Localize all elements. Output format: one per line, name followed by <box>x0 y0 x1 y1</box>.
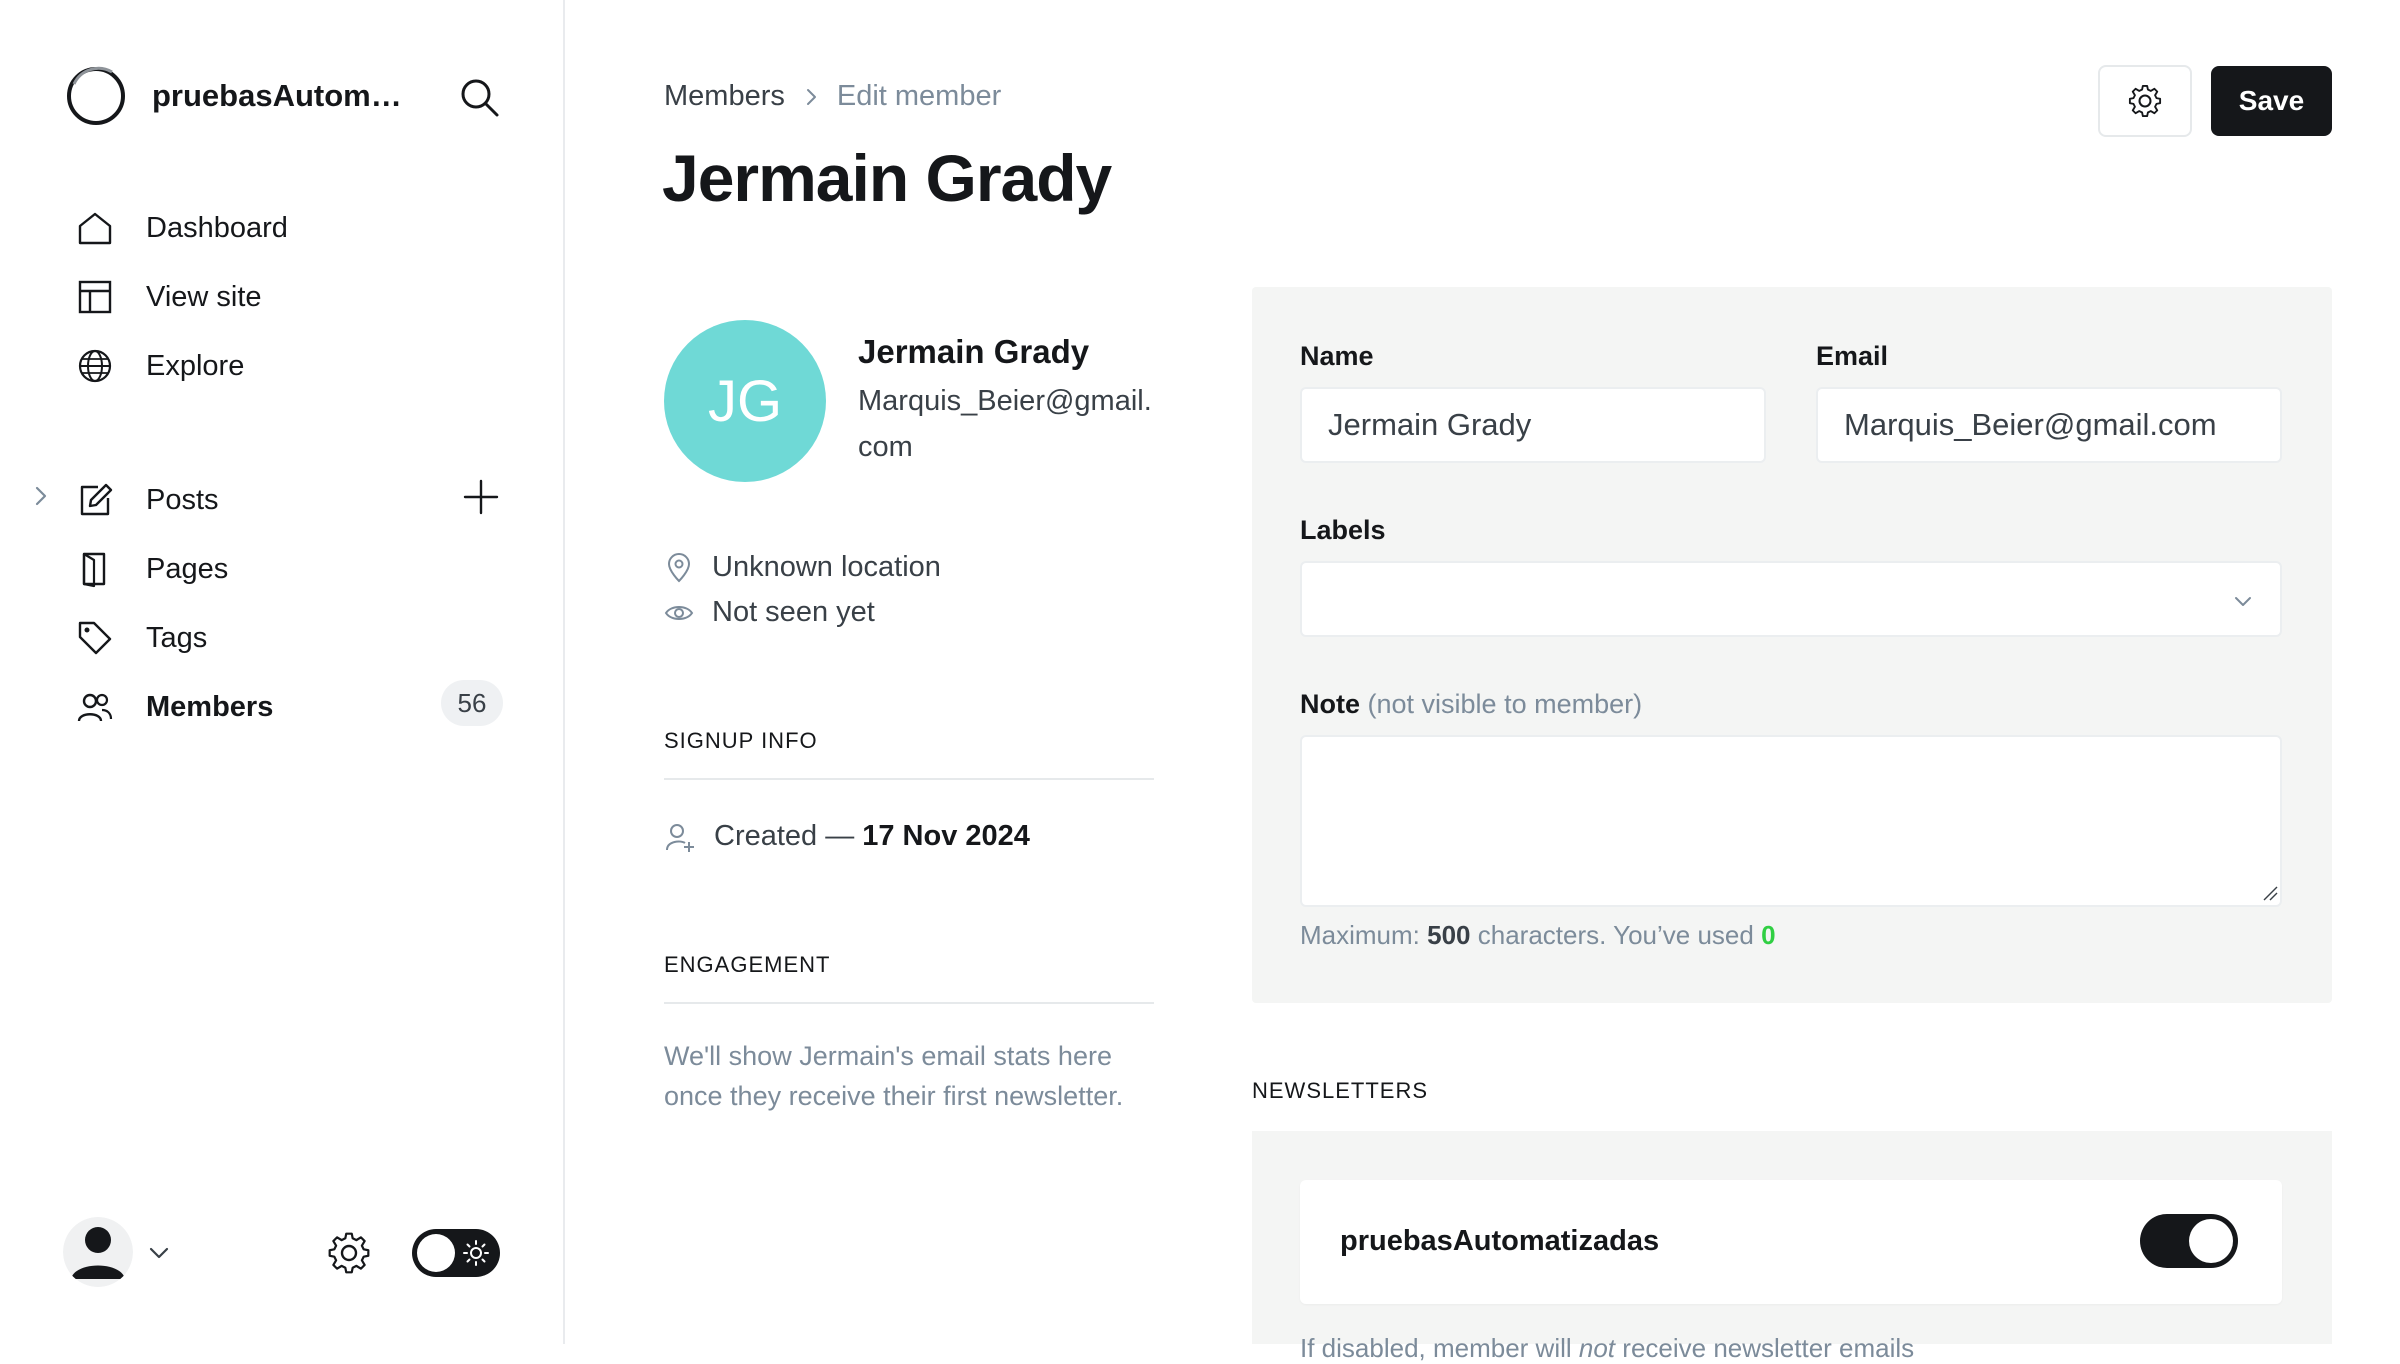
chevron-down-icon[interactable] <box>148 1242 170 1264</box>
user-add-icon <box>666 823 694 852</box>
toggle-knob <box>417 1234 455 1272</box>
nav-item-dashboard[interactable]: Dashboard <box>76 203 288 253</box>
note-hint-used: 0 <box>1761 920 1776 950</box>
member-last-seen: Not seen yet <box>664 596 875 629</box>
home-icon <box>78 212 112 245</box>
globe-icon <box>78 349 112 383</box>
layout-icon <box>78 280 112 314</box>
created-info: Created — 17 Nov 2024 <box>664 820 1030 853</box>
site-name: pruebasAutomatizadas <box>152 78 412 113</box>
nav-item-explore[interactable]: Explore <box>76 341 244 391</box>
nav-item-tags[interactable]: Tags <box>76 613 207 663</box>
note-label-text: Note <box>1300 689 1360 719</box>
note-hint-prefix: Maximum: <box>1300 920 1420 950</box>
member-actions-button[interactable] <box>2098 65 2192 137</box>
nav-label-pages: Pages <box>146 552 229 585</box>
nav-label-dashboard: Dashboard <box>146 211 288 244</box>
sun-icon <box>463 1240 489 1266</box>
newsletter-hint-suffix: receive newsletter emails <box>1622 1333 1915 1363</box>
chevron-down-icon <box>2235 597 2251 606</box>
labels-select[interactable] <box>1300 561 2282 637</box>
created-prefix: Created — <box>714 820 855 852</box>
nav-item-members[interactable]: Members <box>76 682 273 732</box>
nav-item-view-site[interactable]: View site <box>76 272 262 322</box>
nav-label-tags: Tags <box>146 621 208 654</box>
location-pin-icon <box>667 552 691 582</box>
email-input[interactable] <box>1816 387 2282 463</box>
resize-grip-icon[interactable] <box>2262 885 2278 901</box>
newsletter-hint-prefix: If disabled, member will <box>1300 1333 1572 1363</box>
nav-label-members: Members <box>146 690 274 723</box>
toggle-knob <box>2189 1219 2233 1263</box>
save-button[interactable]: Save <box>2211 66 2332 136</box>
note-textarea[interactable] <box>1300 735 2282 907</box>
nav-label-posts: Posts <box>146 483 219 516</box>
nav-item-pages[interactable]: Pages <box>76 544 228 594</box>
member-location: Unknown location <box>664 551 941 584</box>
note-char-counter: Maximum: 500 characters. You’ve used 0 <box>1300 920 1776 951</box>
member-name: Jermain Grady <box>858 333 1090 370</box>
members-icon <box>77 693 113 722</box>
engagement-heading: ENGAGEMENT <box>664 952 1154 1004</box>
labels-label: Labels <box>1300 515 1386 545</box>
member-avatar: JG <box>664 320 826 482</box>
engagement-placeholder-text: We'll show Jermain's email stats here on… <box>664 1041 1124 1111</box>
note-label: Note (not visible to member) <box>1300 689 1642 720</box>
nav-label-view-site: View site <box>146 280 262 313</box>
newsletter-hint-emph: not <box>1578 1333 1616 1363</box>
breadcrumb: Members Edit member <box>664 80 1001 113</box>
newsletters-heading: NEWSLETTERS <box>1252 1078 1429 1103</box>
newsletter-subscription-toggle[interactable] <box>2140 1214 2238 1268</box>
email-label: Email <box>1816 341 1889 371</box>
chevron-right-icon[interactable] <box>30 485 52 507</box>
page-title: Jermain Grady <box>662 141 1112 215</box>
chevron-right-icon <box>806 88 816 105</box>
note-hint-mid: characters. You’ve used <box>1477 920 1754 950</box>
last-seen-text: Not seen yet <box>712 596 875 628</box>
settings-gear-icon[interactable] <box>326 1230 372 1276</box>
sidebar: pruebasAutomatizadas Dashboard View site… <box>0 0 565 1344</box>
user-avatar[interactable] <box>63 1217 133 1287</box>
member-email: Marquis_Beier@gmail.com <box>858 385 1152 463</box>
location-text: Unknown location <box>712 551 941 583</box>
newsletter-hint: If disabled, member will not receive new… <box>1300 1333 1914 1364</box>
name-label: Name <box>1300 341 1374 371</box>
user-silhouette-icon <box>63 1217 133 1287</box>
members-count-badge: 56 <box>441 680 503 726</box>
signup-info-heading: SIGNUP INFO <box>664 728 1154 780</box>
site-logo-icon <box>67 66 125 125</box>
nav-label-explore: Explore <box>146 349 245 382</box>
site-brand[interactable]: pruebasAutomatizadas <box>66 66 412 126</box>
breadcrumb-current: Edit member <box>836 80 1002 112</box>
newsletter-name: pruebasAutomatizadas <box>1340 1225 1660 1257</box>
search-icon[interactable] <box>458 76 500 118</box>
gear-icon <box>2128 84 2162 118</box>
created-date: 17 Nov 2024 <box>862 820 1030 852</box>
pages-icon <box>82 552 106 588</box>
add-post-plus-icon[interactable] <box>462 478 500 516</box>
nav-item-posts[interactable]: Posts <box>76 475 219 525</box>
name-input[interactable] <box>1300 387 1766 463</box>
breadcrumb-members-link[interactable]: Members <box>664 80 785 113</box>
note-hint-max: 500 <box>1427 920 1471 950</box>
edit-icon <box>80 483 113 516</box>
note-label-sub: (not visible to member) <box>1367 689 1643 719</box>
tag-icon <box>78 621 112 655</box>
eye-icon <box>664 605 694 620</box>
dark-mode-toggle[interactable] <box>412 1229 500 1277</box>
